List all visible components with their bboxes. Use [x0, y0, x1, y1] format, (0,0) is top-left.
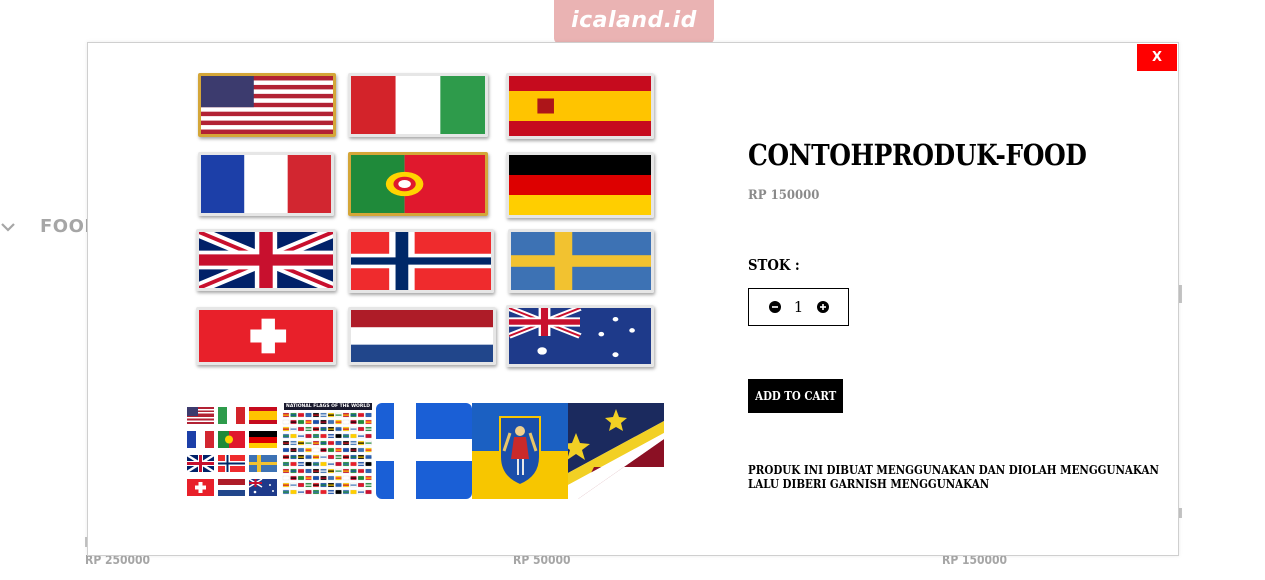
add-to-cart-button[interactable]: ADD TO CART	[748, 379, 843, 413]
national-flags-grid-icon	[280, 403, 376, 499]
plus-icon[interactable]	[816, 301, 829, 313]
thumbnail-flags-grid[interactable]	[184, 403, 280, 499]
quantity-value[interactable]: 1	[793, 298, 805, 316]
thumbnail-national-flags[interactable]: NATIONAL FLAGS OF THE WORLD	[280, 403, 376, 499]
thumbnail-strip: NATIONAL FLAGS OF THE WORLD	[184, 403, 664, 499]
thumbnail-kyiv-flag[interactable]	[472, 403, 568, 499]
norway-flag-icon	[348, 229, 494, 293]
thumbnail-blue-cross-flag[interactable]	[376, 403, 472, 499]
sweden-flag-icon	[508, 229, 654, 293]
add-to-cart-label: ADD TO CART	[754, 389, 837, 403]
thumbnail-caption: NATIONAL FLAGS OF THE WORLD	[286, 404, 370, 409]
australia-flag-icon	[506, 305, 654, 367]
thumbnail-star-flag[interactable]	[568, 403, 664, 499]
italy-flag-icon	[348, 73, 488, 137]
minus-icon[interactable]	[768, 301, 781, 313]
stock-label: STOK :	[748, 256, 800, 274]
usa-flag-icon	[198, 73, 336, 137]
product-title: CONTOHPRODUK-FOOD	[748, 138, 1087, 172]
germany-flag-icon	[506, 152, 654, 218]
product-price: RP 150000	[748, 188, 820, 203]
uk-flag-icon	[196, 229, 336, 291]
spain-flag-icon	[506, 73, 654, 139]
france-flag-icon	[198, 152, 334, 216]
product-info: CONTOHPRODUK-FOOD RP 150000 STOK : 1 ADD…	[748, 43, 1168, 557]
product-description: PRODUK INI DIBUAT MENGGUNAKAN DAN DIOLAH…	[748, 463, 1159, 491]
quantity-stepper: 1	[748, 288, 849, 326]
netherlands-flag-icon	[348, 307, 496, 365]
product-modal: X NATIONAL FLAGS OF THE WORLD CONTOHPROD…	[87, 42, 1179, 556]
main-product-image	[186, 63, 666, 371]
portugal-flag-icon	[348, 152, 488, 216]
switzerland-flag-icon	[196, 307, 336, 365]
